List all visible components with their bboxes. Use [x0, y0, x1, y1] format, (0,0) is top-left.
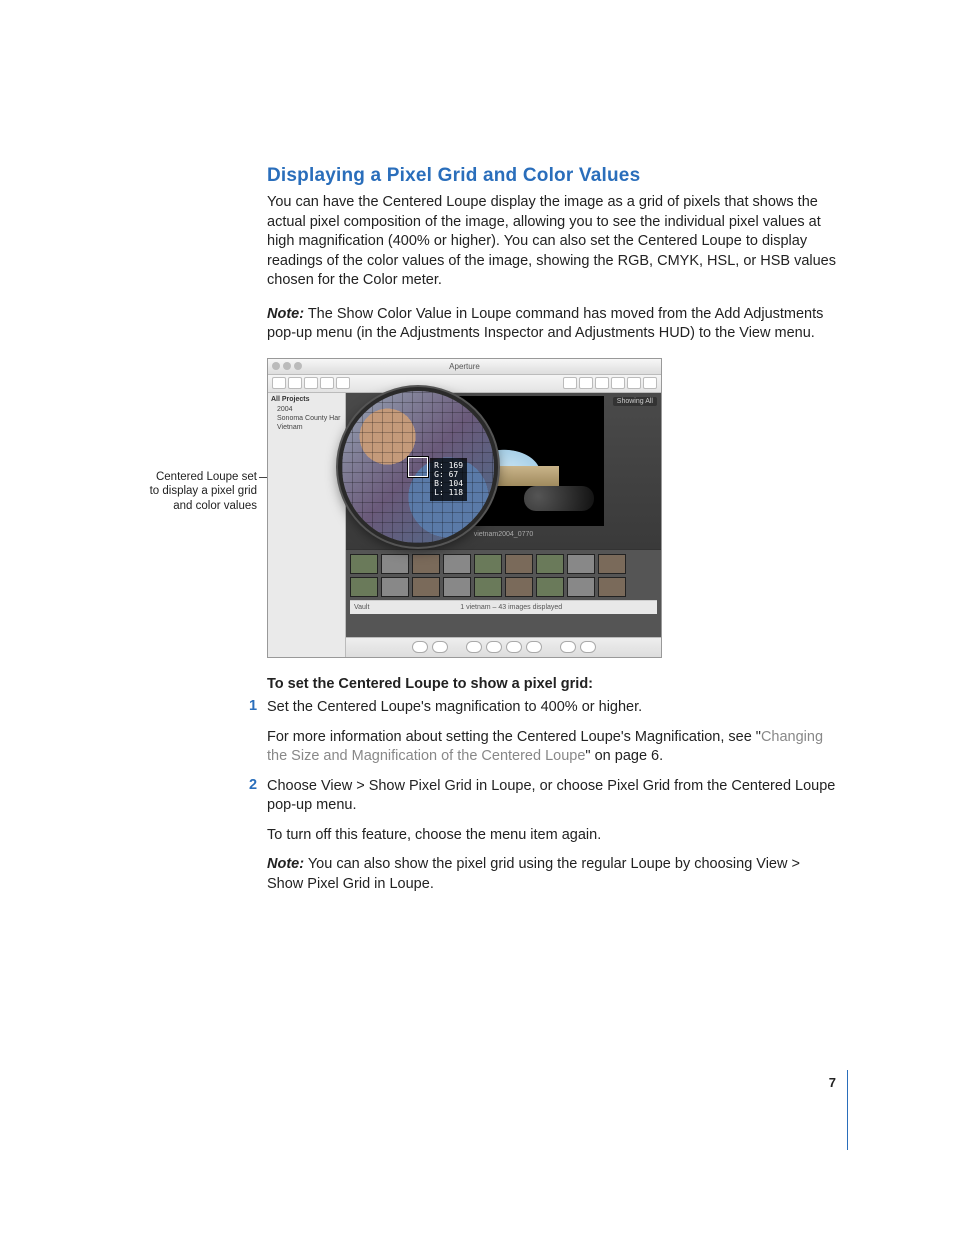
- step-1-text: Set the Centered Loupe's magnification t…: [267, 698, 837, 718]
- app-screenshot: Aperture: [267, 358, 662, 658]
- toolbar-button: [595, 377, 609, 389]
- readout-b: B: 104: [434, 479, 463, 488]
- filmstrip: Vault 1 vietnam – 43 images displayed: [346, 549, 661, 637]
- toolbar-button: [288, 377, 302, 389]
- toolbar-button: [320, 377, 334, 389]
- document-page: Displaying a Pixel Grid and Color Values…: [0, 0, 954, 1235]
- section-heading: Displaying a Pixel Grid and Color Values: [267, 165, 837, 187]
- toolbar-button: [579, 377, 593, 389]
- readout-g: G: 67: [434, 470, 463, 479]
- viewer-badge: Showing All: [613, 397, 657, 406]
- toolbar-button: [611, 377, 625, 389]
- sidebar-item: 2004: [271, 405, 342, 414]
- note-text: You can also show the pixel grid using t…: [267, 856, 800, 892]
- window-traffic-lights: [272, 362, 302, 370]
- sidebar-item: Sonoma County Har: [271, 414, 342, 423]
- step-1-more: For more information about setting the C…: [267, 728, 837, 767]
- intro-paragraph: You can have the Centered Loupe display …: [267, 193, 837, 291]
- toolbar-button: [563, 377, 577, 389]
- sidebar-header: All Projects: [271, 396, 342, 403]
- page-number: 7: [829, 1075, 836, 1090]
- filmstrip-status: Vault 1 vietnam – 43 images displayed: [350, 600, 657, 614]
- toolbar-button: [627, 377, 641, 389]
- figure: Centered Loupe set to display a pixel gr…: [267, 358, 837, 658]
- status-left: Vault: [354, 604, 369, 611]
- note-label: Note:: [267, 856, 304, 872]
- status-center: 1 vietnam – 43 images displayed: [460, 604, 562, 611]
- toolbar-button: [272, 377, 286, 389]
- xref-post: " on page 6.: [585, 748, 663, 764]
- toolbar-button: [304, 377, 318, 389]
- step-list: Set the Centered Loupe's magnification t…: [267, 698, 837, 895]
- step-1: Set the Centered Loupe's magnification t…: [267, 698, 837, 767]
- readout-r: R: 169: [434, 461, 463, 470]
- readout-l: L: 118: [434, 488, 463, 497]
- sidebar-item: Vietnam: [271, 423, 342, 432]
- loupe-color-readout: R: 169 G: 67 B: 104 L: 118: [430, 458, 467, 501]
- content-column: Displaying a Pixel Grid and Color Values…: [267, 165, 837, 904]
- note-text: The Show Color Value in Loupe command ha…: [267, 306, 823, 342]
- instruction-heading: To set the Centered Loupe to show a pixe…: [267, 676, 837, 692]
- loupe-target-box: [408, 457, 428, 477]
- page-margin-rule: [847, 1070, 848, 1150]
- toolbar-button: [336, 377, 350, 389]
- step-2: Choose View > Show Pixel Grid in Loupe, …: [267, 777, 837, 895]
- centered-loupe: R: 169 G: 67 B: 104 L: 118: [338, 387, 498, 547]
- note-paragraph-1: Note: The Show Color Value in Loupe comm…: [267, 305, 837, 344]
- note-paragraph-2: Note: You can also show the pixel grid u…: [267, 855, 837, 894]
- bottom-control-bar: [346, 637, 661, 657]
- window-title: Aperture: [449, 362, 480, 371]
- toolbar-button: [643, 377, 657, 389]
- window-titlebar: Aperture: [268, 359, 661, 375]
- step-2-text: Choose View > Show Pixel Grid in Loupe, …: [267, 777, 837, 816]
- figure-callout: Centered Loupe set to display a pixel gr…: [147, 470, 257, 513]
- step-2-off: To turn off this feature, choose the men…: [267, 826, 837, 846]
- note-label: Note:: [267, 306, 304, 322]
- xref-pre: For more information about setting the C…: [267, 729, 761, 745]
- projects-sidebar: All Projects 2004 Sonoma County Har Viet…: [268, 393, 346, 657]
